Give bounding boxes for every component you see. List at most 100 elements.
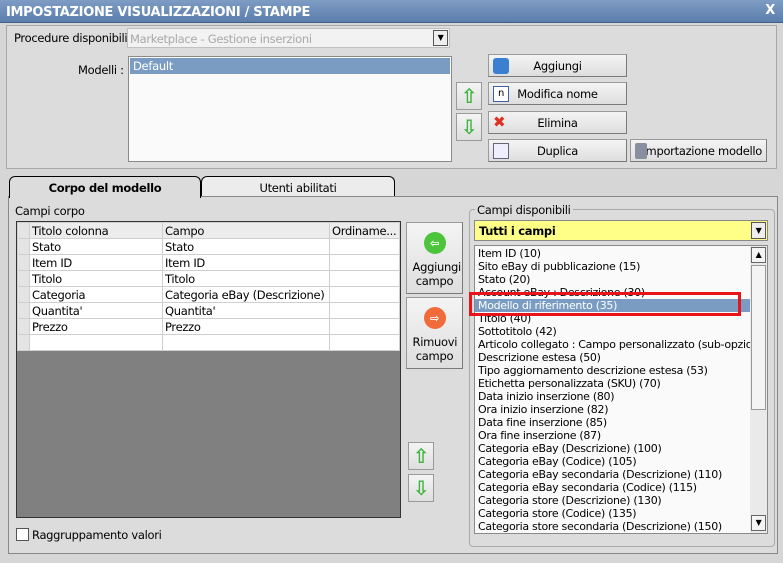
column-header[interactable]: Titolo colonna: [29, 222, 163, 239]
list-item[interactable]: Data fine inserzione (85): [475, 416, 751, 429]
filter-select[interactable]: Tutti i campi ▼: [474, 220, 768, 241]
scroll-thumb[interactable]: [751, 265, 766, 410]
table-cell[interactable]: Quantita': [162, 302, 330, 319]
table-row[interactable]: Categoria Categoria eBay (Descrizione): [17, 286, 400, 303]
table-cell[interactable]: Item ID: [162, 254, 330, 271]
campi-corpo-label: Campi corpo: [15, 204, 85, 218]
table-row[interactable]: Titolo Titolo: [17, 270, 400, 287]
importazione-modello-button[interactable]: Importazione modello: [630, 139, 767, 162]
list-item[interactable]: Default: [130, 58, 450, 74]
close-icon[interactable]: X: [765, 3, 775, 18]
list-item[interactable]: Articolo collegato : Campo personalizzat…: [475, 338, 751, 351]
tab-corpo-del-modello[interactable]: Corpo del modello: [9, 176, 201, 198]
list-item[interactable]: Categoria eBay secondaria (Descrizione) …: [475, 468, 751, 481]
table-row[interactable]: Prezzo Prezzo: [17, 318, 400, 335]
list-item[interactable]: Ora fine inserzione (87): [475, 429, 751, 442]
arrow-up-icon: ⇧: [460, 84, 478, 108]
row-header[interactable]: [17, 286, 30, 303]
arrow-up-icon: ⇧: [412, 444, 430, 468]
modifica-nome-button[interactable]: n Modifica nome: [488, 82, 627, 105]
list-item[interactable]: Categoria eBay secondaria (Codice) (115): [475, 481, 751, 494]
raggruppamento-checkbox[interactable]: [16, 528, 29, 541]
delete-icon: ✖: [493, 113, 506, 131]
row-header: [17, 222, 30, 239]
list-item[interactable]: Item ID (10): [475, 247, 751, 260]
move-up-button[interactable]: ⇧: [456, 82, 482, 110]
list-item[interactable]: Data inizio inserzione (80): [475, 390, 751, 403]
elimina-label: Elimina: [537, 115, 578, 130]
table-row[interactable]: [17, 334, 400, 351]
arrow-down-icon: ⇩: [412, 476, 430, 500]
row-header[interactable]: [17, 238, 30, 255]
list-item[interactable]: Categoria eBay (Descrizione) (100): [475, 442, 751, 455]
table-cell[interactable]: [329, 238, 400, 255]
table-cell[interactable]: Categoria eBay (Descrizione): [162, 286, 330, 303]
column-header[interactable]: Campo: [162, 222, 330, 239]
table-cell[interactable]: Item ID: [29, 254, 163, 271]
table-cell[interactable]: Categoria: [29, 286, 163, 303]
aggiungi-button[interactable]: Aggiungi: [488, 54, 627, 77]
copy-icon: [493, 143, 509, 159]
move-down-button[interactable]: ⇩: [456, 113, 482, 141]
table-cell[interactable]: Stato: [29, 238, 163, 255]
field-up-button[interactable]: ⇧: [408, 442, 434, 470]
table-cell[interactable]: Quantita': [29, 302, 163, 319]
table-cell[interactable]: [329, 254, 400, 271]
highlight-box: [469, 292, 741, 316]
table-cell[interactable]: [29, 334, 163, 351]
list-item[interactable]: Sito eBay di pubblicazione (15): [475, 260, 751, 273]
import-icon: [635, 143, 647, 159]
list-item[interactable]: Sottotitolo (42): [475, 325, 751, 338]
list-item[interactable]: Etichetta personalizzata (SKU) (70): [475, 377, 751, 390]
table-cell[interactable]: [162, 334, 330, 351]
table-cell[interactable]: [329, 270, 400, 287]
campi-list[interactable]: Item ID (10) Sito eBay di pubblicazione (…: [474, 245, 768, 534]
list-item[interactable]: Categoria store (Codice) (135): [475, 507, 751, 520]
campi-disponibili-label: Campi disponibili: [475, 203, 573, 217]
list-item[interactable]: Categoria store (Descrizione) (130): [475, 494, 751, 507]
procedure-select[interactable]: Marketplace - Gestione inserzioni ▼: [127, 28, 450, 48]
list-item[interactable]: Descrizione estesa (50): [475, 351, 751, 364]
table-cell[interactable]: Prezzo: [29, 318, 163, 335]
list-item[interactable]: Stato (20): [475, 273, 751, 286]
list-item[interactable]: Ora inizio inserzione (82): [475, 403, 751, 416]
scroll-down-icon[interactable]: ▼: [751, 515, 766, 531]
chevron-down-icon[interactable]: ▼: [751, 222, 766, 239]
aggiungi-campo-button[interactable]: ⇦ Aggiungi campo: [406, 222, 463, 294]
rimuovi-campo-label: Rimuovi campo: [412, 335, 458, 363]
elimina-button[interactable]: ✖ Elimina: [488, 111, 627, 134]
table-cell[interactable]: [329, 318, 400, 335]
column-header[interactable]: Ordiname...: [329, 222, 400, 239]
rename-icon: n: [493, 86, 509, 102]
list-item[interactable]: Categoria eBay (Codice) (105): [475, 455, 751, 468]
row-header[interactable]: [17, 318, 30, 335]
aggiungi-campo-label: Aggiungi campo: [412, 260, 462, 288]
table-row[interactable]: Quantita' Quantita': [17, 302, 400, 319]
table-cell[interactable]: Stato: [162, 238, 330, 255]
table-cell[interactable]: [329, 302, 400, 319]
row-header[interactable]: [17, 302, 30, 319]
row-header[interactable]: [17, 334, 30, 351]
row-header[interactable]: [17, 270, 30, 287]
rimuovi-campo-button[interactable]: ⇨ Rimuovi campo: [406, 297, 463, 369]
table-cell[interactable]: Titolo: [29, 270, 163, 287]
field-down-button[interactable]: ⇩: [408, 474, 434, 502]
table-cell[interactable]: Prezzo: [162, 318, 330, 335]
table-cell[interactable]: Titolo: [162, 270, 330, 287]
table-row[interactable]: Stato Stato: [17, 238, 400, 255]
row-header[interactable]: [17, 254, 30, 271]
list-item[interactable]: Categoria store secondaria (Descrizione)…: [475, 520, 751, 533]
duplica-button[interactable]: Duplica: [488, 139, 627, 162]
modelli-label: Modelli :: [78, 63, 124, 77]
table-row[interactable]: Item ID Item ID: [17, 254, 400, 271]
table-cell[interactable]: [329, 286, 400, 303]
table-cell[interactable]: [329, 334, 400, 351]
chevron-down-icon[interactable]: ▼: [433, 30, 448, 46]
modelli-list[interactable]: Default: [128, 56, 452, 162]
tab-utenti-abilitati[interactable]: Utenti abilitati: [201, 176, 395, 196]
list-item[interactable]: Tipo aggiornamento descrizione estesa (5…: [475, 364, 751, 377]
campi-corpo-grid[interactable]: Titolo colonna Campo Ordiname... Stato Sta…: [16, 221, 401, 518]
arrow-left-icon: ⇦: [423, 232, 446, 254]
scrollbar[interactable]: ▲ ▼: [750, 246, 767, 533]
scroll-up-icon[interactable]: ▲: [751, 247, 766, 263]
